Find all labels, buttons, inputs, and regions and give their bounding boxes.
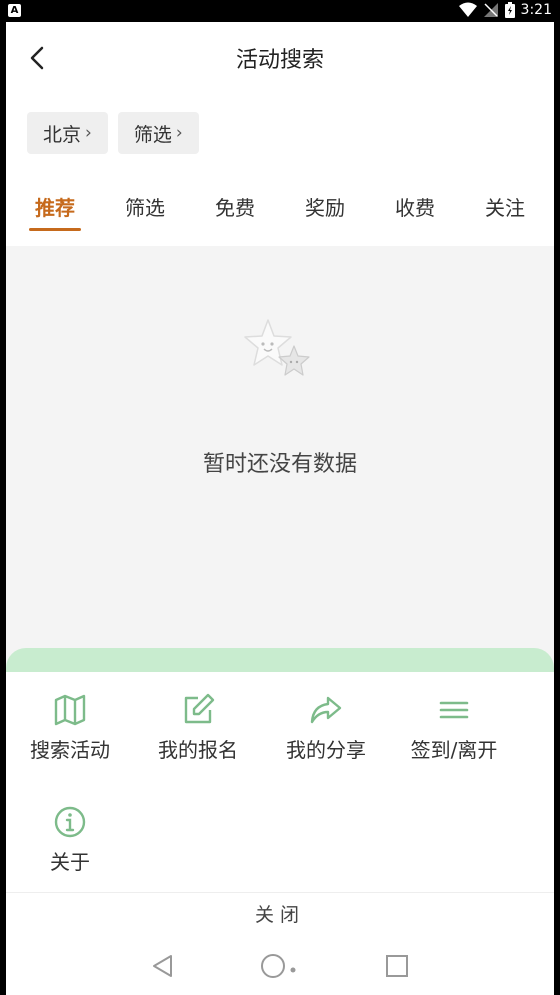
- nav-recents-icon[interactable]: [384, 953, 410, 979]
- map-icon: [54, 694, 86, 726]
- tab-label: 关注: [485, 196, 525, 220]
- menu-item-search-activity[interactable]: 搜索活动: [6, 690, 134, 802]
- menu-item-checkin-leave[interactable]: 签到/离开: [390, 690, 518, 802]
- tab-filter[interactable]: 筛选: [105, 182, 185, 244]
- bottom-sheet: 搜索活动 我的报名 我的分享 签到/离开 关于 关闭: [6, 672, 554, 995]
- tab-label: 奖励: [305, 196, 345, 220]
- tab-label: 筛选: [125, 196, 165, 220]
- menu-lines-icon: [439, 701, 469, 719]
- divider: [6, 892, 554, 893]
- menu-item-label: 关于: [50, 850, 90, 874]
- city-chip[interactable]: 北京 ›: [27, 112, 108, 154]
- status-bar: A 3:21: [0, 0, 560, 22]
- city-chip-label: 北京: [43, 123, 82, 146]
- menu-item-label: 搜索活动: [30, 738, 110, 762]
- tab-follow[interactable]: 关注: [465, 182, 545, 244]
- empty-stars-icon: [244, 319, 310, 376]
- menu-item-label: 签到/离开: [410, 738, 498, 762]
- nav-back-icon[interactable]: [150, 953, 176, 979]
- tab-recommend[interactable]: 推荐: [15, 182, 95, 244]
- no-signal-icon: [483, 3, 498, 17]
- filter-chip-label: 筛选: [133, 123, 172, 146]
- menu-item-label: 我的分享: [286, 738, 366, 762]
- page-title: 活动搜索: [235, 48, 324, 73]
- battery-icon: [504, 2, 515, 18]
- wifi-icon: [458, 2, 477, 17]
- notification-a-icon: A: [8, 4, 21, 17]
- content-area: 暂时还没有数据: [6, 246, 554, 676]
- tab-label: 免费: [215, 196, 255, 220]
- filter-chip[interactable]: 筛选 ›: [117, 112, 199, 154]
- system-nav-bar: [6, 936, 554, 995]
- nav-home-icon[interactable]: [260, 953, 300, 979]
- menu-item-my-registrations[interactable]: 我的报名: [134, 690, 262, 802]
- share-icon: [310, 696, 342, 724]
- info-icon: [54, 806, 86, 838]
- category-tabs: 推荐 筛选 免费 奖励 收费 关注: [6, 182, 554, 244]
- menu-grid: 搜索活动 我的报名 我的分享 签到/离开 关于: [6, 690, 554, 914]
- edit-icon: [184, 693, 215, 724]
- chevron-right-icon: ›: [175, 123, 183, 143]
- filter-chips: 北京 › 筛选 ›: [27, 112, 199, 154]
- menu-item-about[interactable]: 关于: [6, 802, 134, 914]
- header: 活动搜索: [6, 22, 554, 94]
- menu-item-label: 我的报名: [158, 738, 238, 762]
- close-button[interactable]: 关闭: [6, 900, 554, 927]
- tab-label: 推荐: [35, 196, 75, 220]
- tab-underline: [29, 228, 81, 231]
- chevron-right-icon: ›: [85, 123, 92, 143]
- tab-reward[interactable]: 奖励: [285, 182, 365, 244]
- app-window: 活动搜索 北京 › 筛选 › 推荐 筛选 免费 奖励 收费 关注 暂时还没有数据…: [6, 22, 554, 995]
- tab-free[interactable]: 免费: [195, 182, 275, 244]
- screen: A 3:21 活动搜索 北京 › 筛选 › 推荐 筛选 免费 奖励 收费 关注 …: [0, 0, 560, 995]
- clock-time: 3:21: [520, 2, 552, 18]
- tab-label: 收费: [395, 196, 435, 220]
- status-right: 3:21: [458, 2, 552, 18]
- tab-paid[interactable]: 收费: [375, 182, 455, 244]
- menu-item-my-shares[interactable]: 我的分享: [262, 690, 390, 802]
- empty-state-text: 暂时还没有数据: [202, 452, 357, 477]
